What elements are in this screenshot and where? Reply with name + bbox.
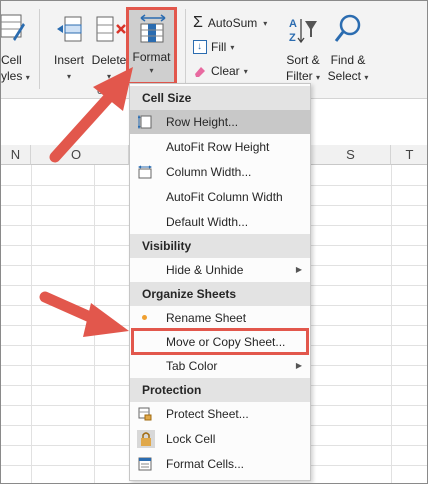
- annotation-arrow-right-icon: [39, 291, 129, 337]
- svg-text:A: A: [289, 18, 297, 30]
- fill-down-icon: ↓: [193, 40, 207, 54]
- clear-caret-icon: ▾: [243, 66, 248, 76]
- rename-sheet-label: Rename Sheet: [166, 311, 247, 325]
- column-header-n[interactable]: N: [1, 145, 31, 165]
- sort-filter-button[interactable]: A Z Sort & Filter ▾: [281, 7, 325, 87]
- row-height-label: Row Height...: [166, 115, 239, 129]
- clear-button[interactable]: Clear ▾: [193, 61, 248, 81]
- menu-header-cell-size: Cell Size: [130, 86, 310, 110]
- submenu-arrow-icon: ▶: [295, 265, 302, 274]
- format-cells-label: Format Cells...: [166, 457, 245, 471]
- menu-item-rename-sheet[interactable]: Rename Sheet: [130, 306, 310, 330]
- column-width-label: Column Width...: [166, 165, 252, 179]
- autosum-label: AutoSum: [207, 16, 258, 30]
- annotation-arrow-up-icon: [49, 67, 133, 163]
- autosum-button[interactable]: Σ AutoSum ▾: [193, 13, 267, 33]
- menu-item-hide-unhide[interactable]: Hide & Unhide ▶: [130, 258, 310, 282]
- sigma-icon: Σ: [193, 14, 203, 31]
- rename-dot-icon: [142, 315, 147, 320]
- hide-unhide-label: Hide & Unhide: [166, 263, 244, 277]
- menu-item-tab-color[interactable]: Tab Color ▶: [130, 354, 310, 378]
- menu-header-visibility: Visibility: [130, 234, 310, 258]
- menu-item-lock-cell[interactable]: Lock Cell: [130, 427, 310, 451]
- cell-styles-icon: [1, 14, 25, 41]
- insert-cells-icon: [57, 16, 82, 42]
- menu-item-autofit-column-width[interactable]: AutoFit Column Width: [130, 185, 310, 209]
- fill-caret-icon: ▾: [230, 42, 235, 52]
- fill-label: Fill: [211, 40, 227, 54]
- cell-styles-label-2: yles ▾: [1, 69, 30, 83]
- protect-sheet-label: Protect Sheet...: [166, 407, 249, 421]
- column-header-t[interactable]: T: [391, 145, 427, 165]
- find-select-button[interactable]: Find & Select ▾: [325, 7, 371, 87]
- delete-cells-icon: [96, 16, 126, 42]
- format-icon: [140, 14, 166, 43]
- menu-item-row-height[interactable]: Row Height...: [130, 110, 310, 134]
- format-cells-icon: [138, 457, 152, 471]
- eraser-icon: [195, 67, 205, 77]
- menu-item-autofit-row-height[interactable]: AutoFit Row Height: [130, 135, 310, 159]
- column-header-s[interactable]: S: [311, 145, 391, 165]
- autosum-caret-icon: ▾: [263, 18, 268, 28]
- sort-filter-icon: A Z: [289, 18, 317, 44]
- magnifier-icon: [334, 14, 361, 42]
- menu-item-format-cells[interactable]: Format Cells...: [130, 452, 310, 476]
- lock-icon: [137, 430, 155, 448]
- svg-text:Z: Z: [289, 32, 296, 44]
- excel-window: Cell yles ▾ Insert ▾ Delete ▾ Format ▾ Σ…: [0, 0, 428, 484]
- menu-header-protection: Protection: [130, 378, 310, 402]
- sort-filter-label-1: Sort &: [286, 53, 320, 67]
- cell-styles-button[interactable]: Cell yles ▾: [1, 7, 31, 87]
- tab-color-label: Tab Color: [166, 359, 218, 373]
- menu-item-column-width[interactable]: Column Width...: [130, 160, 310, 184]
- menu-item-protect-sheet[interactable]: Protect Sheet...: [130, 402, 310, 426]
- ribbon-separator: [39, 9, 40, 89]
- lock-cell-label: Lock Cell: [166, 432, 216, 446]
- move-copy-highlight-box: [131, 328, 309, 355]
- clear-label: Clear: [211, 64, 240, 78]
- format-dropdown-menu: Cell Size Row Height... AutoFit Row Heig…: [129, 83, 311, 481]
- menu-item-default-width[interactable]: Default Width...: [130, 210, 310, 234]
- find-select-label-2: Select ▾: [327, 69, 369, 83]
- cell-styles-label-1: Cell: [1, 53, 22, 67]
- find-select-label-1: Find &: [330, 53, 366, 67]
- fill-button[interactable]: ↓ Fill ▾: [193, 37, 234, 57]
- protect-sheet-icon: [138, 407, 152, 421]
- ribbon-separator: [185, 9, 186, 89]
- submenu-arrow-icon: ▶: [295, 361, 302, 370]
- menu-header-organize-sheets: Organize Sheets: [130, 282, 310, 306]
